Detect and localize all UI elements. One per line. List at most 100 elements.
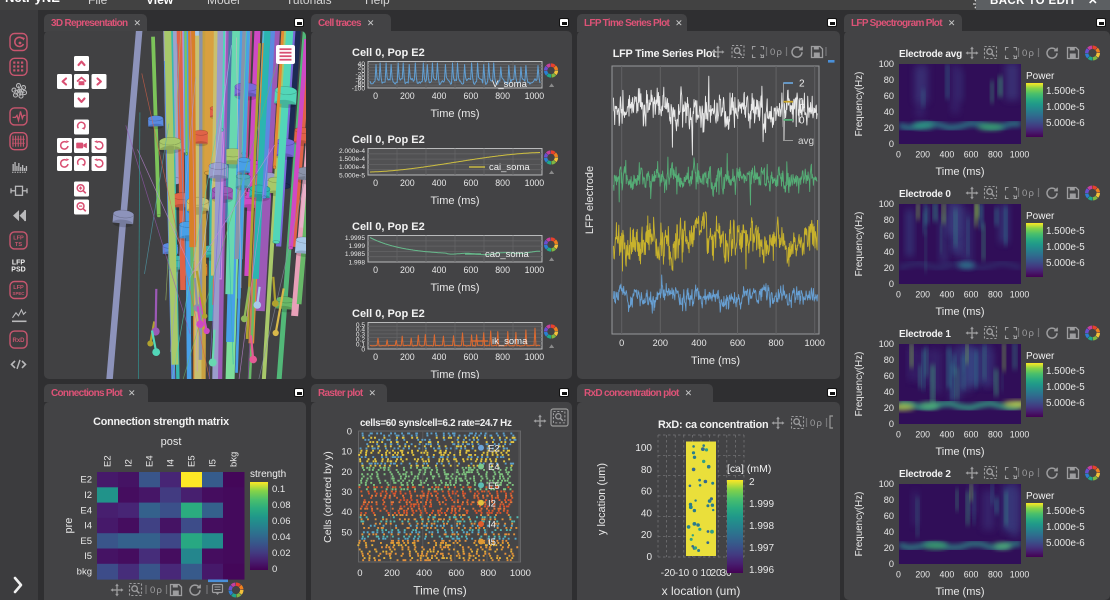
svg-text:Electrode avg: Electrode avg bbox=[899, 49, 962, 60]
svg-text:Cell 0, Pop E2: Cell 0, Pop E2 bbox=[352, 134, 425, 146]
svg-text:I5: I5 bbox=[84, 551, 92, 562]
svg-text:E4: E4 bbox=[145, 455, 156, 467]
svg-text:1.999: 1.999 bbox=[749, 499, 774, 510]
svg-text:E4: E4 bbox=[488, 462, 500, 473]
svg-text:1000: 1000 bbox=[525, 265, 545, 275]
svg-text:ρ: ρ bbox=[1029, 328, 1035, 339]
svg-text:RxD: RxD bbox=[12, 338, 25, 344]
svg-text:200: 200 bbox=[400, 265, 415, 275]
svg-text:0: 0 bbox=[1022, 48, 1027, 59]
svg-text:40: 40 bbox=[884, 527, 894, 537]
svg-text:ρ: ρ bbox=[157, 585, 163, 596]
svg-text:ρ: ρ bbox=[1029, 48, 1035, 59]
svg-text:2: 2 bbox=[749, 477, 755, 488]
svg-text:0: 0 bbox=[896, 150, 901, 160]
svg-text:600: 600 bbox=[964, 430, 979, 440]
svg-text:E5: E5 bbox=[80, 536, 92, 547]
svg-text:1.996: 1.996 bbox=[749, 565, 774, 576]
svg-text:1000: 1000 bbox=[510, 568, 531, 579]
svg-text:V_soma: V_soma bbox=[492, 79, 528, 90]
svg-text:-20: -20 bbox=[661, 568, 676, 579]
svg-text:600: 600 bbox=[464, 178, 479, 188]
svg-text:600: 600 bbox=[964, 290, 979, 300]
svg-text:1.999: 1.999 bbox=[348, 243, 365, 250]
svg-text:800: 800 bbox=[495, 178, 510, 188]
svg-text:0: 0 bbox=[896, 430, 901, 440]
svg-text:1.500e-5: 1.500e-5 bbox=[1046, 226, 1085, 237]
svg-text:200: 200 bbox=[915, 150, 930, 160]
svg-text:200: 200 bbox=[400, 178, 415, 188]
svg-text:y location (um): y location (um) bbox=[596, 463, 608, 535]
svg-text:1.9995: 1.9995 bbox=[345, 235, 366, 242]
svg-text:LFP Time Series Plot: LFP Time Series Plot bbox=[613, 48, 717, 60]
svg-text:x location (um): x location (um) bbox=[662, 584, 741, 598]
svg-text:100: 100 bbox=[635, 443, 652, 454]
svg-text:20: 20 bbox=[884, 543, 894, 553]
svg-text:5.000e-6: 5.000e-6 bbox=[1046, 398, 1085, 409]
svg-text:-100: -100 bbox=[352, 85, 366, 92]
svg-text:80: 80 bbox=[641, 465, 653, 476]
svg-text:0: 0 bbox=[646, 552, 652, 563]
svg-text:I4: I4 bbox=[166, 459, 177, 467]
svg-text:1000: 1000 bbox=[1010, 290, 1030, 300]
svg-text:RxD: ca concentration: RxD: ca concentration bbox=[658, 419, 768, 431]
svg-text:1.000e-5: 1.000e-5 bbox=[1046, 382, 1085, 393]
svg-text:60: 60 bbox=[884, 371, 894, 381]
svg-text:0: 0 bbox=[347, 427, 352, 438]
svg-text:ρ: ρ bbox=[1029, 468, 1035, 479]
svg-text:800: 800 bbox=[495, 91, 510, 101]
svg-text:0: 0 bbox=[896, 290, 901, 300]
svg-text:800: 800 bbox=[988, 570, 1003, 580]
svg-text:0.04: 0.04 bbox=[272, 532, 291, 543]
svg-text:cells=60 syns/cell=6.2 rate=: cells=60 syns/cell=6.2 rate=24.7 Hz bbox=[360, 418, 512, 429]
svg-text:0: 0 bbox=[896, 570, 901, 580]
svg-text:2.000e-4: 2.000e-4 bbox=[339, 148, 365, 155]
svg-text:0: 0 bbox=[357, 568, 362, 579]
svg-text:cai_soma: cai_soma bbox=[489, 162, 530, 173]
svg-text:1000: 1000 bbox=[1010, 430, 1030, 440]
svg-text:400: 400 bbox=[940, 430, 955, 440]
svg-text:60: 60 bbox=[884, 91, 894, 101]
svg-text:5.000e-6: 5.000e-6 bbox=[1046, 538, 1085, 549]
svg-text:400: 400 bbox=[940, 290, 955, 300]
svg-text:ρ: ρ bbox=[777, 47, 783, 58]
svg-text:40: 40 bbox=[641, 508, 653, 519]
svg-text:[ca] (mM): [ca] (mM) bbox=[727, 463, 771, 475]
svg-text:Electrode 0: Electrode 0 bbox=[899, 189, 951, 200]
svg-text:0.08: 0.08 bbox=[272, 500, 291, 511]
svg-text:Frequency(Hz): Frequency(Hz) bbox=[854, 72, 865, 137]
svg-text:0: 0 bbox=[150, 585, 155, 596]
svg-text:I2: I2 bbox=[84, 490, 92, 501]
svg-text:0: 0 bbox=[889, 419, 894, 429]
svg-text:Time (ms): Time (ms) bbox=[935, 166, 984, 178]
svg-text:ρ: ρ bbox=[817, 418, 823, 429]
svg-text:800: 800 bbox=[988, 150, 1003, 160]
svg-text:1000: 1000 bbox=[525, 352, 545, 362]
svg-text:Cell 0, Pop E2: Cell 0, Pop E2 bbox=[352, 47, 425, 59]
svg-text:0: 0 bbox=[770, 47, 775, 58]
svg-text:800: 800 bbox=[495, 265, 510, 275]
svg-text:80: 80 bbox=[884, 495, 894, 505]
svg-text:1.500e-5: 1.500e-5 bbox=[1046, 506, 1085, 517]
svg-text:1000: 1000 bbox=[804, 338, 824, 348]
svg-text:800: 800 bbox=[988, 290, 1003, 300]
svg-text:1: 1 bbox=[799, 97, 805, 108]
svg-text:SPEC: SPEC bbox=[13, 291, 26, 296]
svg-text:400: 400 bbox=[432, 91, 447, 101]
svg-text:100: 100 bbox=[879, 59, 894, 69]
svg-text:Time (ms): Time (ms) bbox=[430, 108, 479, 120]
svg-text:Time (ms): Time (ms) bbox=[430, 369, 479, 379]
svg-text:I4: I4 bbox=[84, 521, 92, 532]
svg-text:40: 40 bbox=[884, 247, 894, 257]
svg-text:1.9985: 1.9985 bbox=[345, 251, 366, 258]
svg-text:60: 60 bbox=[884, 511, 894, 521]
svg-text:1.997: 1.997 bbox=[749, 543, 774, 554]
svg-text:5.000e-6: 5.000e-6 bbox=[1046, 118, 1085, 129]
svg-text:20: 20 bbox=[641, 530, 653, 541]
svg-text:0: 0 bbox=[799, 115, 805, 126]
svg-text:1.000e-5: 1.000e-5 bbox=[1046, 522, 1085, 533]
svg-text:Frequency(Hz): Frequency(Hz) bbox=[854, 212, 865, 277]
svg-text:60: 60 bbox=[884, 231, 894, 241]
svg-text:400: 400 bbox=[940, 150, 955, 160]
svg-text:400: 400 bbox=[940, 570, 955, 580]
